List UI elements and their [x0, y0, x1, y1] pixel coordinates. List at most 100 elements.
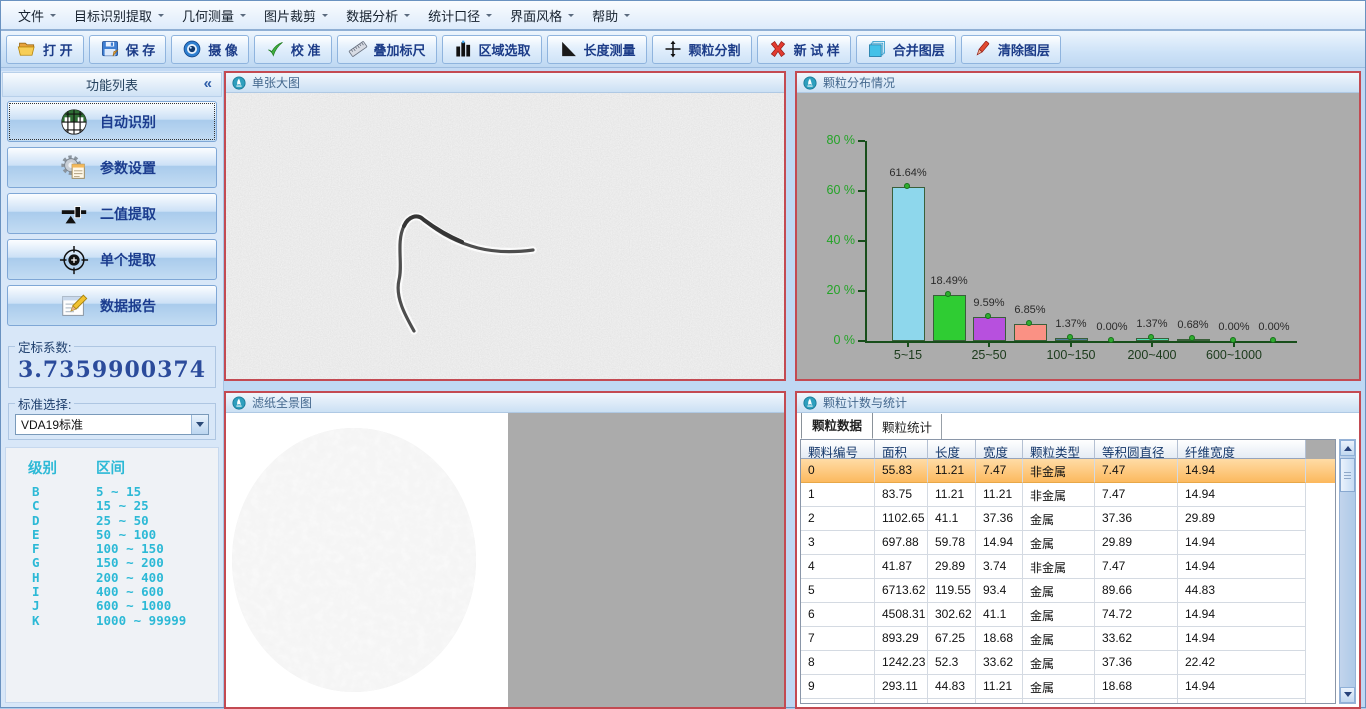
chart-bar-value-label: 6.85% [998, 304, 1062, 316]
table-cell [928, 699, 976, 704]
table-row[interactable]: 7893.2967.2518.68金属33.6214.94 [801, 627, 1335, 651]
table-cell: 18.68 [976, 627, 1023, 651]
chart-bar [973, 317, 1006, 341]
table-row[interactable]: 56713.62119.5593.4金属89.6644.83 [801, 579, 1335, 603]
microscope-image[interactable] [226, 93, 784, 379]
scrollbar-thumb[interactable] [1340, 458, 1355, 492]
table-cell: 金属 [1023, 627, 1095, 651]
levels-col-grade: 级别 [18, 457, 96, 478]
table-cell: 41.1 [976, 603, 1023, 627]
menu-item-3[interactable]: 几何测量 [173, 2, 255, 29]
table-cell: 33.62 [976, 651, 1023, 675]
sidebar-collapse-button[interactable]: « [204, 75, 212, 92]
panel-filter-paper: 滤纸全景图 [224, 391, 786, 709]
menu-item-7[interactable]: 界面风格 [501, 2, 583, 29]
sidebar-item-data-report[interactable]: 数据报告 [7, 285, 217, 326]
x-axis-tick [1151, 343, 1153, 347]
table-cell: 14.94 [1178, 555, 1306, 579]
level-row: F100 ~ 150 [18, 542, 218, 556]
table-row[interactable]: 81242.2352.333.62金属37.3622.42 [801, 651, 1335, 675]
chevron-down-icon [158, 14, 164, 20]
table-row[interactable]: 64508.31302.6241.1金属74.7214.94 [801, 603, 1335, 627]
panel-icon [803, 76, 817, 90]
toolbar-button-overlay-ruler[interactable]: 叠加标尺 [337, 35, 437, 64]
menu-item-label: 界面风格 [510, 6, 562, 25]
table-cell: 119.55 [928, 579, 976, 603]
toolbar-button-camera-lens[interactable]: 摄 像 [171, 35, 249, 64]
toolbar-button-particle-split[interactable]: 颗粒分割 [652, 35, 752, 64]
x-axis-tick-label: 200~400 [1107, 348, 1197, 362]
sidebar-item-param-settings[interactable]: 参数设置 [7, 147, 217, 188]
menu-item-5[interactable]: 数据分析 [337, 2, 419, 29]
menu-item-label: 文件 [18, 6, 44, 25]
statistics-body: 颗粒数据 颗粒统计 颗料编号面积长度宽度颗粒类型等积圆直径纤维宽度055.831… [797, 413, 1359, 707]
dropdown-arrow-icon[interactable] [191, 415, 208, 434]
chart-bar-marker [1067, 334, 1073, 340]
toolbar-button-region-select[interactable]: 区域选取 [442, 35, 542, 64]
toolbar-button-open-folder[interactable]: 打 开 [6, 35, 84, 64]
sidebar-item-single-extract[interactable]: 单个提取 [7, 239, 217, 280]
chart-bar-marker [1148, 334, 1154, 340]
toolbar-button-label: 长度测量 [584, 40, 636, 59]
table-cell: 29.89 [928, 555, 976, 579]
toolbar-button-merge-layers[interactable]: 合并图层 [856, 35, 956, 64]
table-row[interactable]: 21102.6541.137.36金属37.3629.89 [801, 507, 1335, 531]
fiber-image [226, 93, 784, 379]
level-row: K1000 ~ 99999 [18, 614, 218, 628]
app-window: 文件 目标识别提取几何测量图片裁剪数据分析统计口径界面风格 帮助 打 开 保 存摄 像… [0, 0, 1366, 708]
toolbar-button-save-floppy[interactable]: 保 存 [89, 35, 167, 64]
table-row[interactable]: 441.8729.893.74非金属7.4714.94 [801, 555, 1335, 579]
level-row: C15 ~ 25 [18, 499, 218, 513]
filter-paper-svg [226, 413, 784, 707]
menu-item-1[interactable]: 文件 [9, 2, 65, 29]
table-cell: 8 [801, 651, 875, 675]
panel-single-image: 单张大图 [224, 71, 786, 381]
levels-col-range: 区间 [96, 457, 125, 478]
scroll-up-icon[interactable] [1340, 440, 1355, 456]
toolbar-button-calibrate-check[interactable]: 校 准 [254, 35, 332, 64]
table-cell: 55.83 [875, 459, 928, 483]
table-cell [875, 699, 928, 704]
x-axis-tick-label: 600~1000 [1189, 348, 1279, 362]
column-header: 面积 [875, 440, 928, 459]
table-cell: 44.83 [928, 675, 976, 699]
menu-item-2[interactable]: 目标识别提取 [65, 2, 173, 29]
client-area: 功能列表 « 自动识别参数设置二值提取单个提取数据报告 定标系数: 3.7359… [1, 71, 1365, 707]
menu-bar: 文件 目标识别提取几何测量图片裁剪数据分析统计口径界面风格 帮助 [1, 1, 1365, 31]
table-header-row: 颗料编号面积长度宽度颗粒类型等积圆直径纤维宽度 [801, 440, 1335, 459]
table-cell: 金属 [1023, 531, 1095, 555]
table-row-selected[interactable]: 055.8311.217.47非金属7.4714.94 [801, 459, 1335, 483]
table-cell: 金属 [1023, 675, 1095, 699]
particle-table[interactable]: 颗料编号面积长度宽度颗粒类型等积圆直径纤维宽度055.8311.217.47非金… [800, 439, 1336, 704]
panel-title: 单张大图 [252, 74, 300, 91]
table-cell: 非金属 [1023, 459, 1095, 483]
column-header: 等积圆直径 [1095, 440, 1178, 459]
table-row[interactable]: 9293.1144.8311.21金属18.6814.94 [801, 675, 1335, 699]
menu-item-8[interactable]: 帮助 [583, 2, 639, 29]
table-row[interactable]: 3697.8859.7814.94金属29.8914.94 [801, 531, 1335, 555]
toolbar-button-length-measure[interactable]: 长度测量 [547, 35, 647, 64]
menu-item-4[interactable]: 图片裁剪 [255, 2, 337, 29]
filter-paper-image[interactable] [226, 413, 784, 707]
menu-item-6[interactable]: 统计口径 [419, 2, 501, 29]
toolbar-button-label: 打 开 [43, 40, 73, 59]
standard-select[interactable]: VDA19标准 [15, 414, 209, 435]
tab-particle-data[interactable]: 颗粒数据 [801, 413, 873, 439]
sidebar-item-binary-extract[interactable]: 二值提取 [7, 193, 217, 234]
table-row-partial[interactable]: 金属 [801, 699, 1335, 704]
tab-particle-stats[interactable]: 颗粒统计 [873, 414, 942, 439]
toolbar-button-clear-layers[interactable]: 清除图层 [961, 35, 1061, 64]
table-cell: 1 [801, 483, 875, 507]
sidebar-item-auto-detect[interactable]: 自动识别 [7, 101, 217, 142]
toolbar-button-label: 保 存 [126, 40, 156, 59]
table-row[interactable]: 183.7511.2111.21非金属7.4714.94 [801, 483, 1335, 507]
level-range: 5 ~ 15 [96, 485, 141, 499]
level-range: 400 ~ 600 [96, 585, 164, 599]
chart-bar-marker [945, 291, 951, 297]
level-row: D25 ~ 50 [18, 514, 218, 528]
level-range: 50 ~ 100 [96, 528, 156, 542]
table-scrollbar[interactable] [1339, 439, 1356, 704]
toolbar-button-new-sample[interactable]: 新 试 样 [757, 35, 851, 64]
table-cell: 52.3 [928, 651, 976, 675]
scroll-down-icon[interactable] [1340, 687, 1355, 703]
